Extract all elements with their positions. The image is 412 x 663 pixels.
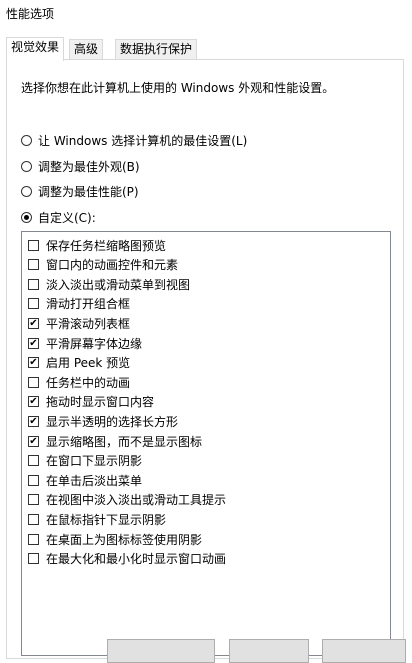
- checkbox-checked[interactable]: ✔: [28, 435, 39, 447]
- checklist-item[interactable]: ✔ 显示半透明的选择长方形: [28, 412, 178, 430]
- checklist-item[interactable]: 在鼠标指针下显示阴影: [28, 510, 166, 528]
- checklist-item-label: 显示半透明的选择长方形: [46, 414, 179, 429]
- checkbox-unchecked[interactable]: [28, 278, 39, 290]
- checklist-item[interactable]: 淡入淡出或滑动菜单到视图: [28, 275, 190, 293]
- checkbox-unchecked[interactable]: [28, 259, 39, 271]
- description-text: 选择你想在此计算机上使用的 Windows 外观和性能设置。: [21, 81, 335, 95]
- checklist-item-label: 拖动时显示窗口内容: [46, 395, 155, 410]
- checkbox-unchecked[interactable]: [28, 513, 39, 525]
- checklist-item-label: 在最大化和最小化时显示窗口动画: [46, 552, 227, 567]
- checkbox-checked[interactable]: ✔: [28, 337, 39, 349]
- checklist-item[interactable]: 在视图中淡入淡出或滑动工具提示: [28, 491, 226, 509]
- checkbox-checked[interactable]: ✔: [28, 317, 39, 329]
- checklist-item[interactable]: 在单击后淡出菜单: [28, 471, 142, 489]
- checklist-item[interactable]: ✔ 平滑屏幕字体边缘: [28, 334, 142, 352]
- checklist-item-label: 淡入淡出或滑动菜单到视图: [46, 277, 191, 292]
- checklist-item-label: 窗口内的动画控件和元素: [46, 258, 179, 273]
- tab-visual-effects[interactable]: 视觉效果: [6, 37, 65, 61]
- radio-label: 调整为最佳性能(P): [38, 184, 139, 199]
- checkbox-checked[interactable]: ✔: [28, 415, 39, 427]
- checklist-item-label: 在桌面上为图标标签使用阴影: [46, 532, 203, 547]
- radio-custom[interactable]: 自定义(C):: [21, 208, 96, 226]
- checklist-item[interactable]: ✔ 显示缩略图，而不是显示图标: [28, 432, 202, 450]
- title-bar: 性能选项: [0, 0, 412, 30]
- checklist-item-label: 启用 Peek 预览: [46, 356, 131, 371]
- radio-label: 自定义(C):: [38, 210, 96, 225]
- radio-best-appearance[interactable]: 调整为最佳外观(B): [21, 157, 140, 175]
- tab-advanced[interactable]: 高级: [69, 39, 104, 59]
- checkbox-unchecked[interactable]: [28, 553, 39, 565]
- apply-button[interactable]: [322, 639, 406, 663]
- checklist-item[interactable]: ✔ 平滑滚动列表框: [28, 314, 130, 332]
- checkbox-unchecked[interactable]: [28, 474, 39, 486]
- radio-label: 调整为最佳外观(B): [38, 159, 140, 174]
- checkbox-checked[interactable]: ✔: [28, 357, 39, 369]
- checklist-item-label: 平滑滚动列表框: [46, 316, 131, 331]
- checklist-item-label: 平滑屏幕字体边缘: [46, 336, 143, 351]
- checklist-item-label: 在鼠标指针下显示阴影: [46, 512, 167, 527]
- radio-button[interactable]: [21, 211, 32, 223]
- checklist-item[interactable]: ✔ 拖动时显示窗口内容: [28, 393, 154, 411]
- checklist-item[interactable]: 在桌面上为图标标签使用阴影: [28, 530, 202, 548]
- radio-let-windows-choose[interactable]: 让 Windows 选择计算机的最佳设置(L): [21, 131, 247, 149]
- checklist-item[interactable]: 任务栏中的动画: [28, 373, 130, 391]
- checklist-item-label: 在视图中淡入淡出或滑动工具提示: [46, 493, 227, 508]
- cancel-button[interactable]: [229, 639, 309, 663]
- checkbox-unchecked[interactable]: [28, 533, 39, 545]
- radio-label: 让 Windows 选择计算机的最佳设置(L): [38, 133, 248, 148]
- checkbox-checked[interactable]: ✔: [28, 396, 39, 408]
- window-title: 性能选项: [6, 7, 55, 21]
- checklist-item[interactable]: 保存任务栏缩略图预览: [28, 236, 166, 254]
- radio-button[interactable]: [21, 160, 32, 172]
- visual-effects-panel: 选择你想在此计算机上使用的 Windows 外观和性能设置。 让 Windows…: [6, 59, 404, 659]
- checklist-item[interactable]: ✔ 启用 Peek 预览: [28, 354, 130, 372]
- tab-strip: 视觉效果 高级 数据执行保护: [0, 37, 412, 61]
- checklist-item-label: 保存任务栏缩略图预览: [46, 238, 167, 253]
- checklist-item-label: 在单击后淡出菜单: [46, 473, 143, 488]
- checkbox-unchecked[interactable]: [28, 455, 39, 467]
- checklist-item[interactable]: 在窗口下显示阴影: [28, 452, 142, 470]
- checkbox-unchecked[interactable]: [28, 298, 39, 310]
- checklist-item[interactable]: 窗口内的动画控件和元素: [28, 256, 178, 274]
- checklist-item-label: 在窗口下显示阴影: [46, 454, 143, 469]
- radio-button[interactable]: [21, 134, 32, 146]
- checkbox-unchecked[interactable]: [28, 494, 39, 506]
- checklist-item[interactable]: 在最大化和最小化时显示窗口动画: [28, 550, 226, 568]
- checklist-item-label: 任务栏中的动画: [46, 375, 131, 390]
- checklist-item-label: 滑动打开组合框: [46, 297, 131, 312]
- checkbox-unchecked[interactable]: [28, 376, 39, 388]
- tab-data-execution-prevention[interactable]: 数据执行保护: [115, 39, 198, 59]
- radio-button[interactable]: [21, 185, 32, 197]
- ok-button[interactable]: [107, 639, 215, 663]
- checklist-item[interactable]: 滑动打开组合框: [28, 295, 130, 313]
- radio-best-performance[interactable]: 调整为最佳性能(P): [21, 182, 139, 200]
- checkbox-unchecked[interactable]: [28, 239, 39, 251]
- checklist-item-label: 显示缩略图，而不是显示图标: [46, 434, 203, 449]
- effects-checklist[interactable]: 保存任务栏缩略图预览 窗口内的动画控件和元素 淡入淡出或滑动菜单到视图 滑动打开组合框…: [21, 231, 391, 656]
